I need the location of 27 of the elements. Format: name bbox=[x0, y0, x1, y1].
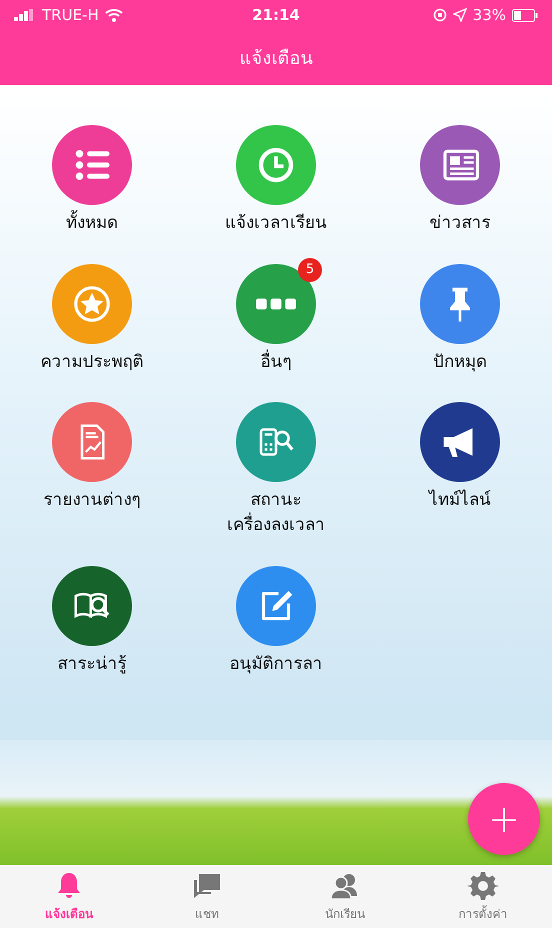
screen-title: แจ้งเตือน bbox=[240, 47, 312, 71]
wifi-icon bbox=[104, 8, 123, 22]
menu-label[interactable]: สาระน่ารู้ bbox=[58, 652, 126, 676]
dots-icon bbox=[256, 296, 296, 311]
battery-icon bbox=[512, 8, 538, 22]
menu-label[interactable]: แจ้งเวลาเรียน bbox=[225, 211, 327, 236]
menu-label[interactable]: ข่าวสาร bbox=[430, 211, 490, 236]
battery-percent: 33% bbox=[472, 6, 506, 24]
menu-label[interactable]: ทั้งหมด bbox=[66, 211, 118, 236]
clock-time: 21:14 bbox=[252, 6, 300, 24]
rotation-lock-icon bbox=[432, 8, 447, 22]
menu-label[interactable]: ความประพฤติ bbox=[40, 350, 144, 374]
menu-label[interactable]: สถานะ เครื่องลงเวลา bbox=[227, 488, 325, 538]
tab[interactable]: นักเรียน bbox=[276, 865, 414, 928]
menu-label[interactable]: ปักหมุด bbox=[433, 350, 487, 374]
location-arrow-icon bbox=[452, 8, 467, 22]
count-badge: 5 bbox=[298, 258, 322, 282]
signal-icon bbox=[14, 9, 36, 21]
menu-label[interactable]: อนุมัติการลา bbox=[230, 652, 322, 676]
menu-label[interactable]: อื่นๆ bbox=[260, 350, 292, 374]
carrier-name: TRUE-H bbox=[42, 6, 99, 24]
menu-label[interactable]: รายงานต่างๆ bbox=[44, 488, 140, 513]
menu-label[interactable]: ไทม์ไลน์ bbox=[429, 488, 491, 513]
clock-icon bbox=[256, 145, 296, 185]
settings-icon bbox=[467, 870, 499, 902]
tab[interactable]: แชท bbox=[138, 865, 276, 928]
tab[interactable]: การตั้งค่า bbox=[414, 865, 552, 928]
